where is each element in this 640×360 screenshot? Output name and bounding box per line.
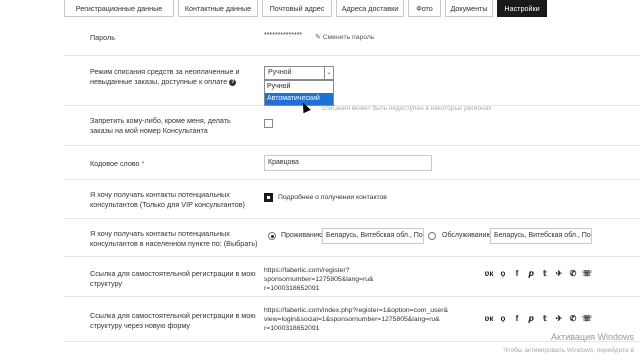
reg-link-share-icons: ʋк ọ f 𝒑 𝕥 ✈ ✆ ☏ (484, 269, 592, 279)
debit-mode-dropdown: Ручной Автоматический (264, 80, 334, 106)
debit-mode-row: Режим списания средств за неоплаченные и… (64, 56, 640, 106)
service-radio[interactable] (428, 232, 436, 240)
viber-icon[interactable]: ☏ (582, 314, 592, 324)
debit-mode-label: Режим списания средств за неоплаченные и… (90, 67, 240, 86)
reg-link-label: Ссылка для самостоятельной регистрации в… (90, 269, 256, 288)
telegram-icon[interactable]: ✈ (554, 314, 564, 324)
password-label: Пароль (90, 33, 115, 42)
forbid-orders-label: Запретить кому-либо, кроме меня, делать … (90, 116, 231, 135)
tab-postal-address[interactable]: Почтовый адрес (262, 0, 332, 17)
location-contacts-row: Я хочу получать контакты потенциальных к… (64, 219, 640, 257)
debit-mode-hint: списания может быть недоступен в некотор… (322, 105, 492, 112)
debit-mode-select[interactable]: Ручной ⌄ (264, 66, 334, 80)
tab-bar: Регистрационные данные Контактные данные… (64, 0, 551, 17)
whatsapp-icon[interactable]: ✆ (568, 314, 578, 324)
telegram-icon[interactable]: ✈ (554, 269, 564, 279)
service-input[interactable]: Беларусь, Витебская обл., По (490, 228, 592, 244)
option-manual[interactable]: Ручной (265, 81, 333, 93)
forbid-orders-row: Запретить кому-либо, кроме меня, делать … (64, 106, 640, 146)
reg-link-new-share-icons: ʋк ọ f 𝒑 𝕥 ✈ ✆ ☏ (484, 314, 592, 324)
residence-radio[interactable] (268, 232, 276, 240)
code-word-label: Кодовое слово * (90, 159, 145, 168)
code-word-input[interactable]: Кравцова (264, 155, 432, 171)
tab-photo[interactable]: Фото (408, 0, 441, 17)
viber-icon[interactable]: ☏ (582, 269, 592, 279)
tab-documents[interactable]: Документы (445, 0, 493, 17)
vk-icon[interactable]: ʋк (484, 269, 494, 279)
vk-icon[interactable]: ʋк (484, 314, 494, 324)
vip-contacts-checkbox[interactable] (264, 193, 273, 202)
vip-contacts-label: Я хочу получать контакты потенциальных к… (90, 190, 245, 209)
reg-link-new-url[interactable]: https://faberlic.com/index.php?register=… (264, 306, 454, 333)
forbid-orders-checkbox[interactable] (264, 119, 273, 128)
vip-contacts-link[interactable]: Подробнее о получении контактов (278, 194, 387, 201)
settings-form: Пароль ************** ✎ Сменить пароль Р… (64, 19, 640, 342)
service-label: Обслуживанию (442, 232, 492, 239)
ok-icon[interactable]: ọ (498, 314, 508, 324)
residence-input[interactable]: Беларусь, Витебская обл., По (322, 228, 424, 244)
tab-settings[interactable]: Настройки (497, 0, 547, 17)
twitter-icon[interactable]: 𝕥 (540, 314, 550, 324)
help-icon[interactable]: ? (229, 78, 237, 86)
reg-link-row: Ссылка для самостоятельной регистрации в… (64, 257, 640, 297)
location-contacts-label: Я хочу получать контакты потенциальных к… (90, 229, 258, 248)
tab-delivery-addresses[interactable]: Адреса доставки (336, 0, 404, 17)
password-value: ************** (264, 32, 303, 39)
facebook-icon[interactable]: f (512, 314, 522, 324)
windows-activation-title: Активация Windows (551, 332, 634, 342)
pinterest-icon[interactable]: 𝒑 (526, 269, 536, 279)
password-row: Пароль ************** ✎ Сменить пароль (64, 19, 640, 56)
chevron-down-icon[interactable]: ⌄ (324, 67, 333, 79)
twitter-icon[interactable]: 𝕥 (540, 269, 550, 279)
code-word-row: Кодовое слово * Кравцова (64, 146, 640, 180)
tab-contacts[interactable]: Контактные данные (178, 0, 258, 17)
residence-label: Проживанию (281, 232, 323, 239)
tab-registration[interactable]: Регистрационные данные (64, 0, 174, 17)
reg-link-url[interactable]: https://faberlic.com/register?sponsornum… (264, 266, 454, 293)
reg-link-new-label: Ссылка для самостоятельной регистрации в… (90, 311, 256, 330)
vip-contacts-row: Я хочу получать контакты потенциальных к… (64, 180, 640, 219)
facebook-icon[interactable]: f (512, 269, 522, 279)
pinterest-icon[interactable]: 𝒑 (526, 314, 536, 324)
change-password-link[interactable]: ✎ Сменить пароль (315, 33, 374, 41)
ok-icon[interactable]: ọ (498, 269, 508, 279)
windows-activation-subtitle: Чтобы активировать Windows, перейдите в (503, 347, 634, 354)
required-mark: * (141, 159, 145, 168)
whatsapp-icon[interactable]: ✆ (568, 269, 578, 279)
